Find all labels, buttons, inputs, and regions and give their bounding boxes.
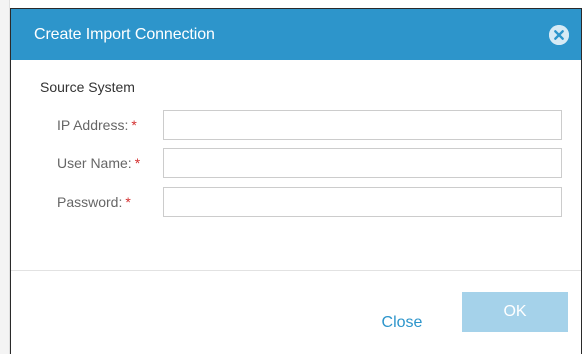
section-title-source-system: Source System — [40, 79, 135, 95]
ip-address-label: IP Address: * — [57, 117, 137, 133]
ip-address-input[interactable] — [163, 110, 562, 140]
password-input[interactable] — [163, 187, 562, 217]
password-label: Password: * — [57, 194, 131, 210]
ok-button[interactable]: OK — [462, 292, 568, 332]
dialog-header: Create Import Connection — [11, 9, 581, 60]
required-mark: * — [134, 155, 141, 171]
background-panel-edge — [0, 0, 10, 354]
dialog-body: Source System IP Address: * User Name: * P… — [11, 60, 581, 270]
create-import-connection-dialog: Create Import Connection Source System I… — [10, 8, 582, 354]
required-mark: * — [131, 117, 137, 133]
form-row-password: Password: * — [11, 187, 581, 217]
dialog-footer: Close OK — [11, 271, 581, 355]
password-label-text: Password: — [57, 194, 123, 210]
user-name-input[interactable] — [163, 148, 562, 178]
form-row-ip-address: IP Address: * — [11, 110, 581, 140]
form-row-user-name: User Name: * — [11, 148, 581, 178]
user-name-label: User Name: * — [57, 155, 140, 171]
user-name-label-text: User Name: — [57, 155, 132, 171]
close-circle-icon[interactable] — [549, 24, 569, 45]
required-mark: * — [125, 194, 131, 210]
dialog-title: Create Import Connection — [34, 25, 215, 43]
ip-address-label-text: IP Address: — [57, 117, 129, 133]
close-button[interactable]: Close — [376, 303, 428, 343]
